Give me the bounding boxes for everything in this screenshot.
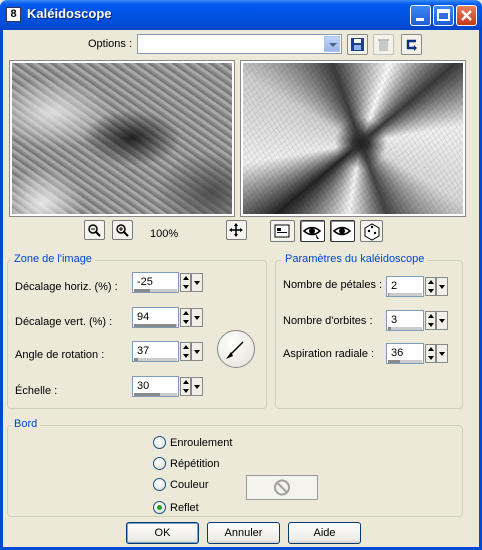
rotation-angle-updown[interactable] xyxy=(180,342,191,361)
orbit-count-value: 3 xyxy=(391,314,398,326)
close-icon xyxy=(461,10,472,21)
edge-wrap-label[interactable]: Enroulement xyxy=(170,437,232,449)
radial-suction-value: 36 xyxy=(391,347,404,359)
petal-count-input[interactable]: 2 xyxy=(386,276,424,297)
radial-suction-level xyxy=(388,360,401,363)
petal-count-level xyxy=(388,293,390,296)
bord-group-title: Bord xyxy=(11,418,41,430)
rotation-angle-label: Angle de rotation : xyxy=(15,349,105,361)
radial-suction-updown[interactable] xyxy=(425,344,436,363)
chevron-down-icon[interactable] xyxy=(324,36,340,52)
edge-repeat-label[interactable]: Répétition xyxy=(170,458,220,470)
horizontal-offset-value: -25 xyxy=(137,276,153,288)
no-entry-icon xyxy=(274,479,290,496)
random-dice-icon xyxy=(364,223,380,241)
app-icon: 8 xyxy=(6,7,21,22)
orbit-count-level xyxy=(388,327,392,330)
scale-level xyxy=(134,393,160,396)
edge-reflect-label[interactable]: Reflet xyxy=(170,502,199,514)
rotation-dial[interactable] xyxy=(217,330,255,368)
minimize-icon xyxy=(416,18,424,21)
proof-button[interactable] xyxy=(270,220,295,242)
close-button[interactable] xyxy=(456,5,477,26)
rotation-angle-level xyxy=(134,358,139,361)
scale-value: 30 xyxy=(137,380,150,392)
help-button[interactable]: Aide xyxy=(288,522,361,544)
rotation-angle-dropdown[interactable] xyxy=(191,342,203,361)
delete-icon xyxy=(378,39,389,51)
vertical-offset-label: Décalage vert. (%) : xyxy=(15,316,113,328)
horizontal-offset-updown[interactable] xyxy=(180,273,191,292)
scale-input[interactable]: 30 xyxy=(132,376,179,397)
zoom-in-icon xyxy=(116,224,129,237)
vertical-offset-value: 94 xyxy=(137,311,150,323)
eye-preview-button[interactable] xyxy=(330,220,355,242)
scale-dropdown[interactable] xyxy=(191,377,203,396)
move-icon xyxy=(229,223,243,237)
minimize-button[interactable] xyxy=(410,5,431,26)
zoom-level: 100% xyxy=(150,228,179,240)
orbit-count-input[interactable]: 3 xyxy=(386,310,424,331)
options-label: Options : xyxy=(88,38,133,50)
scale-label: Échelle : xyxy=(15,385,58,397)
reset-icon xyxy=(406,39,417,51)
maximize-icon xyxy=(437,9,450,21)
auto-proof-icon xyxy=(302,226,322,239)
options-combo[interactable] xyxy=(137,34,342,54)
zoom-out-button[interactable] xyxy=(84,220,105,240)
edge-wrap-radio[interactable] xyxy=(153,436,166,449)
window-title: Kaléidoscope xyxy=(27,6,112,21)
rotation-angle-value: 37 xyxy=(137,345,150,357)
edge-color-radio[interactable] xyxy=(153,478,166,491)
save-preset-button[interactable] xyxy=(347,34,368,55)
radial-suction-input[interactable]: 36 xyxy=(386,343,424,364)
petal-count-label: Nombre de pétales : xyxy=(283,279,383,291)
zoom-in-button[interactable] xyxy=(112,220,133,240)
horizontal-offset-dropdown[interactable] xyxy=(191,273,203,292)
proof-icon xyxy=(274,224,290,238)
petal-count-value: 2 xyxy=(391,280,398,292)
zone-group-title: Zone de l'image xyxy=(11,253,95,265)
radial-suction-dropdown[interactable] xyxy=(436,344,448,363)
bord-group xyxy=(7,425,463,517)
reset-preset-button[interactable] xyxy=(401,34,422,55)
radial-suction-label: Aspiration radiale : xyxy=(283,348,375,360)
scale-updown[interactable] xyxy=(180,377,191,396)
cancel-button[interactable]: Annuler xyxy=(207,522,280,544)
vertical-offset-dropdown[interactable] xyxy=(191,308,203,327)
save-icon xyxy=(351,38,364,51)
result-preview-image[interactable] xyxy=(241,61,465,216)
horizontal-offset-label: Décalage horiz. (%) : xyxy=(15,281,118,293)
edge-repeat-radio[interactable] xyxy=(153,457,166,470)
vertical-offset-level xyxy=(134,324,176,327)
randomize-button[interactable] xyxy=(360,220,383,242)
params-group-title: Paramètres du kaléidoscope xyxy=(282,253,428,265)
petal-count-dropdown[interactable] xyxy=(436,277,448,296)
source-preview-image[interactable] xyxy=(10,61,234,216)
zoom-out-icon xyxy=(88,224,101,237)
orbit-count-updown[interactable] xyxy=(425,311,436,330)
delete-preset-button[interactable] xyxy=(373,34,394,55)
orbit-count-dropdown[interactable] xyxy=(436,311,448,330)
auto-proof-button[interactable] xyxy=(300,220,325,242)
petal-count-updown[interactable] xyxy=(425,277,436,296)
horizontal-offset-input[interactable]: -25 xyxy=(132,272,179,293)
title-bar: 8 Kaléidoscope xyxy=(0,0,482,30)
angle-needle-icon xyxy=(226,341,244,359)
edge-color-swatch[interactable] xyxy=(246,475,318,500)
maximize-button[interactable] xyxy=(433,5,454,26)
eye-icon xyxy=(332,226,352,236)
edge-reflect-radio[interactable] xyxy=(153,501,166,514)
vertical-offset-input[interactable]: 94 xyxy=(132,307,179,328)
edge-color-label[interactable]: Couleur xyxy=(170,479,209,491)
horizontal-offset-level xyxy=(134,289,151,292)
move-preview-button[interactable] xyxy=(226,220,247,240)
rotation-angle-input[interactable]: 37 xyxy=(132,341,179,362)
ok-button[interactable]: OK xyxy=(126,522,199,544)
orbit-count-label: Nombre d'orbites : xyxy=(283,315,373,327)
vertical-offset-updown[interactable] xyxy=(180,308,191,327)
